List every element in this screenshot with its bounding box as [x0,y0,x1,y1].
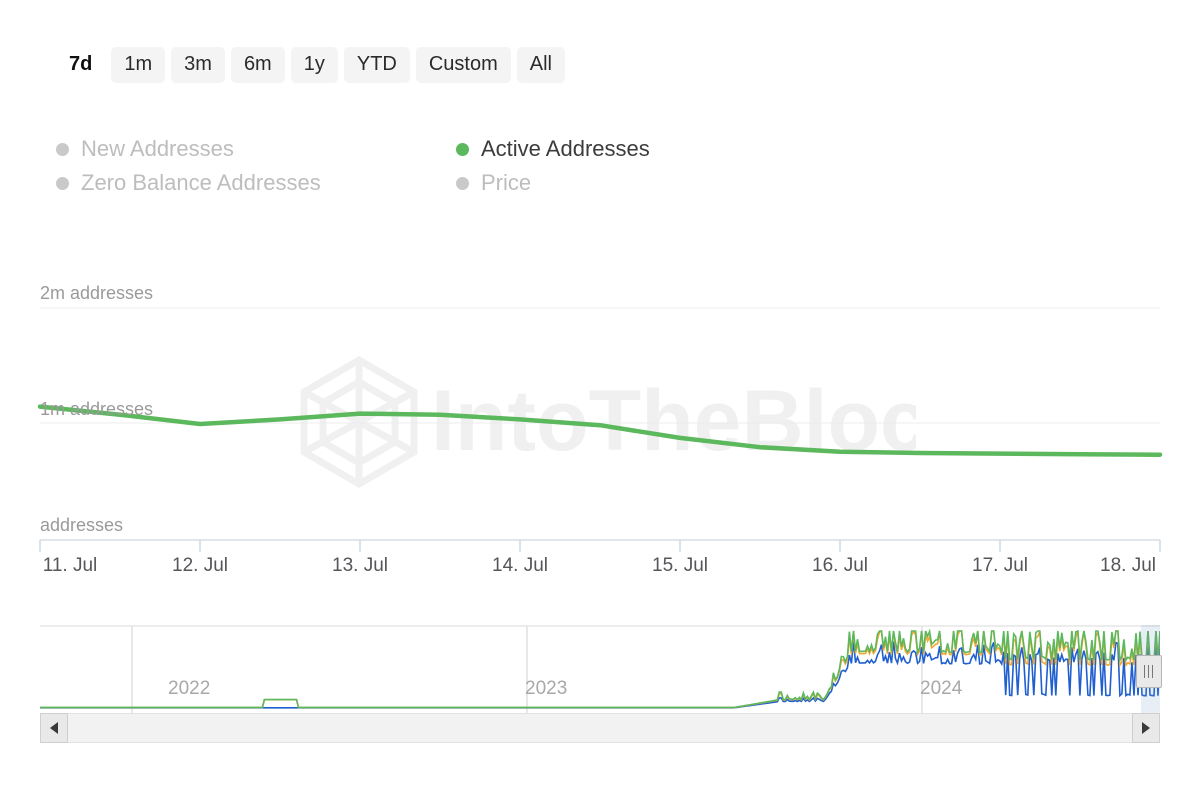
navigator-year-label: 2022 [168,678,211,699]
legend-item-price[interactable]: Price [456,166,796,200]
navigator-year-label: 2023 [525,678,568,699]
x-tick-marks [39,540,1161,552]
navigator-svg [40,625,1160,713]
series-line-active-addresses [37,404,1163,457]
x-axis-label: 11. Jul [42,555,98,576]
range-selector: 7d 1m 3m 6m 1y YTD Custom All [56,44,565,86]
x-axis-label: 15. Jul [652,555,708,576]
range-button-7d[interactable]: 7d [56,47,105,83]
legend-label: Zero Balance Addresses [81,170,321,195]
y-axis-label-2m: 2m addresses [40,283,154,303]
scroll-right-button[interactable] [1132,713,1160,743]
chart-navigator[interactable]: 2022 2023 2024 [40,625,1162,713]
x-axis-labels: 11. Jul 12. Jul 13. Jul 14. Jul 15. Jul … [0,556,1200,586]
navigator-scrollbar[interactable] [40,713,1160,743]
scrollbar-thumb[interactable] [1128,714,1132,742]
x-axis-label: 17. Jul [972,555,1028,576]
x-axis-label: 13. Jul [332,555,388,576]
main-chart[interactable]: 2m addresses 1m addresses addresses [0,270,1200,590]
legend-item-zero-balance-addresses[interactable]: Zero Balance Addresses [56,166,456,200]
x-axis-label: 14. Jul [492,555,548,576]
x-axis-label: 16. Jul [812,555,868,576]
navigator-year-label: 2024 [920,678,963,699]
range-button-custom[interactable]: Custom [415,47,511,83]
y-axis-label-0: addresses [40,515,124,535]
range-button-1y[interactable]: 1y [290,47,338,83]
arrow-left-icon [50,722,58,734]
legend-item-new-addresses[interactable]: New Addresses [56,132,456,166]
main-chart-svg [37,307,1163,552]
scrollbar-track[interactable] [68,713,1132,743]
chart-legend: New Addresses Active Addresses Zero Bala… [56,132,816,200]
x-axis-label: 18. Jul [1100,555,1156,576]
legend-label: Active Addresses [481,136,650,161]
arrow-right-icon [1142,722,1150,734]
range-button-all[interactable]: All [516,47,565,83]
legend-dot-icon [456,142,469,156]
legend-dot-icon [56,176,69,190]
range-button-ytd[interactable]: YTD [343,47,410,83]
legend-label: Price [481,170,532,195]
y-axis-label-1m: 1m addresses [40,399,154,419]
range-button-3m[interactable]: 3m [171,47,225,83]
x-axis-label: 12. Jul [172,555,228,576]
range-button-6m[interactable]: 6m [230,47,285,83]
legend-item-active-addresses[interactable]: Active Addresses [456,132,796,166]
legend-label: New Addresses [81,136,234,161]
navigator-handle-right[interactable] [1135,655,1162,688]
range-button-1m[interactable]: 1m [111,47,166,83]
legend-dot-icon [456,176,469,190]
legend-dot-icon [56,142,69,156]
scroll-left-button[interactable] [40,713,68,743]
